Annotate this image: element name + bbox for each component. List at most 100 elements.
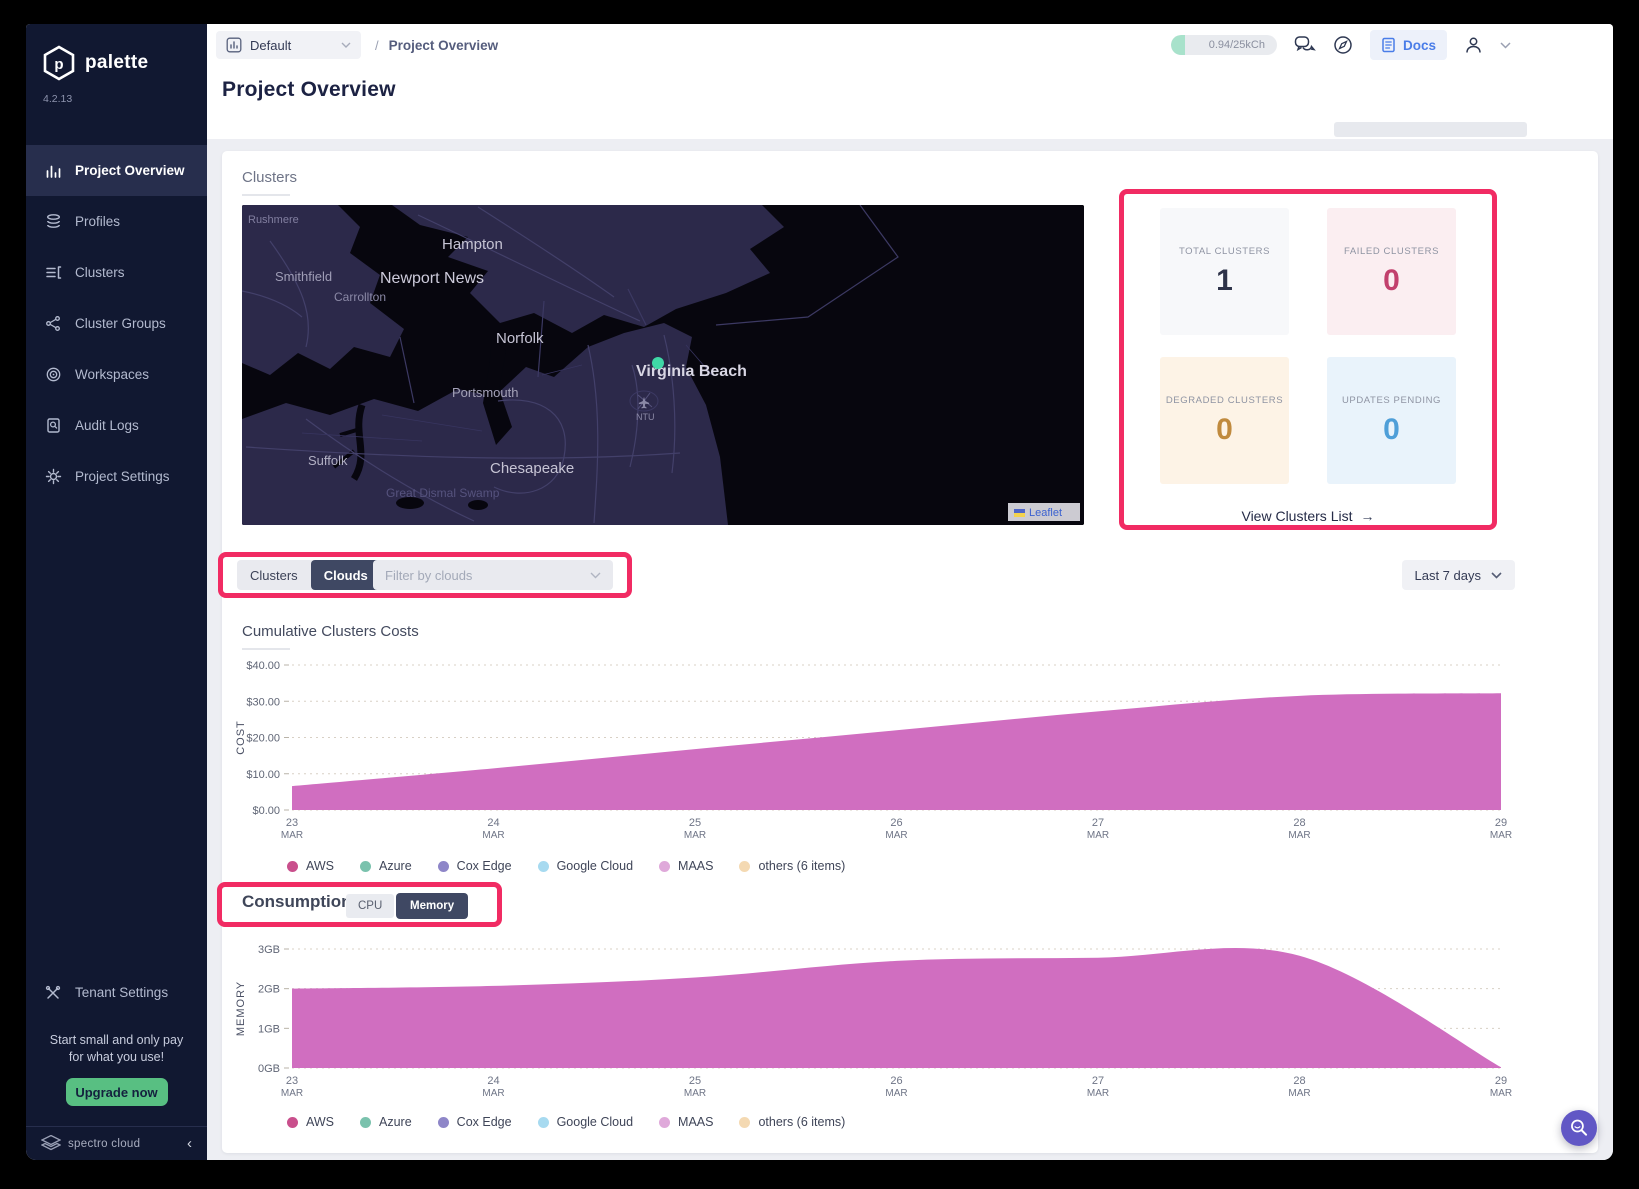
- sidebar: p palette 4.2.13 Project Overview Profil…: [26, 24, 207, 1160]
- legend-item[interactable]: Azure: [360, 859, 412, 873]
- sidebar-item-label: Profiles: [75, 214, 120, 229]
- legend-dot-icon: [739, 1117, 750, 1128]
- svg-text:Leaflet: Leaflet: [1029, 507, 1062, 519]
- svg-text:MAR: MAR: [281, 830, 303, 841]
- svg-text:MAR: MAR: [1490, 1088, 1512, 1099]
- user-icon: [1464, 36, 1483, 55]
- legend-item[interactable]: Google Cloud: [538, 859, 633, 873]
- scope-toggle: Clusters Clouds: [237, 560, 381, 590]
- tab-clusters[interactable]: Clusters: [237, 560, 311, 590]
- magnifier-smile-icon: [1568, 1117, 1590, 1139]
- legend-label: AWS: [306, 1115, 334, 1129]
- chevron-down-icon: [1491, 572, 1502, 579]
- sidebar-item-audit-logs[interactable]: Audit Logs: [26, 400, 207, 451]
- svg-text:23: 23: [286, 1075, 298, 1087]
- legend-item[interactable]: Cox Edge: [438, 859, 512, 873]
- collapse-sidebar-icon[interactable]: ‹: [187, 1135, 192, 1152]
- filter-by-clouds-select[interactable]: Filter by clouds: [373, 560, 613, 590]
- legend-dot-icon: [659, 1117, 670, 1128]
- svg-text:27: 27: [1092, 1075, 1104, 1087]
- toggle-cpu-button[interactable]: CPU: [346, 894, 394, 918]
- svg-text:Hampton: Hampton: [442, 236, 503, 253]
- upgrade-now-button[interactable]: Upgrade now: [66, 1078, 168, 1106]
- svg-text:28: 28: [1293, 817, 1305, 829]
- svg-text:Chesapeake: Chesapeake: [490, 460, 574, 477]
- main-area: Default / Project Overview 0.94/25kCh: [207, 24, 1613, 1160]
- legend-label: others (6 items): [758, 859, 845, 873]
- page-title: Project Overview: [222, 78, 1613, 102]
- svg-text:Suffolk: Suffolk: [308, 453, 348, 468]
- legend-dot-icon: [360, 861, 371, 872]
- user-menu[interactable]: [1464, 36, 1483, 55]
- legend-item[interactable]: Azure: [360, 1115, 412, 1129]
- sidebar-item-workspaces[interactable]: Workspaces: [26, 349, 207, 400]
- legend-item[interactable]: others (6 items): [739, 859, 845, 873]
- memory-chart-legend: AWS Azure Cox Edge Google Cloud MAAS others (…: [287, 1114, 1598, 1130]
- stat-value: 0: [1216, 413, 1233, 447]
- legend-dot-icon: [659, 861, 670, 872]
- svg-text:MAR: MAR: [1288, 830, 1310, 841]
- sidebar-item-label: Tenant Settings: [75, 985, 168, 1000]
- view-clusters-list-link[interactable]: View Clusters List→: [1124, 508, 1492, 524]
- legend-dot-icon: [538, 861, 549, 872]
- tab-clouds[interactable]: Clouds: [311, 560, 381, 590]
- sidebar-item-tenant-settings[interactable]: Tenant Settings: [26, 967, 207, 1018]
- svg-text:Norfolk: Norfolk: [496, 330, 544, 347]
- usage-badge: 0.94/25kCh: [1171, 35, 1277, 55]
- chevron-down-icon[interactable]: [1500, 42, 1511, 49]
- docs-icon: [1381, 37, 1396, 53]
- svg-text:Newport News: Newport News: [380, 270, 484, 287]
- legend-item[interactable]: AWS: [287, 859, 334, 873]
- stat-degraded-clusters: DEGRADED CLUSTERS 0: [1160, 357, 1289, 484]
- svg-text:2GB: 2GB: [258, 984, 280, 996]
- docs-button[interactable]: Docs: [1370, 30, 1447, 60]
- layers-icon: [45, 213, 62, 230]
- svg-text:23: 23: [286, 817, 298, 829]
- svg-text:MAR: MAR: [281, 1088, 303, 1099]
- legend-item[interactable]: Google Cloud: [538, 1115, 633, 1129]
- overview-card: Clusters: [222, 151, 1598, 1153]
- sidebar-item-profiles[interactable]: Profiles: [26, 196, 207, 247]
- search-fab[interactable]: [1561, 1110, 1597, 1146]
- list-icon: [45, 264, 62, 281]
- legend-item[interactable]: MAAS: [659, 859, 713, 873]
- svg-text:3GB: 3GB: [258, 944, 280, 956]
- breadcrumb-separator: /: [375, 38, 379, 53]
- stat-total-clusters: TOTAL CLUSTERS 1: [1160, 208, 1289, 335]
- stat-value: 1: [1216, 264, 1233, 298]
- top-bar: Default / Project Overview 0.94/25kCh: [207, 24, 1613, 66]
- sidebar-nav: Project Overview Profiles Clusters Clust…: [26, 145, 207, 502]
- svg-text:24: 24: [487, 1075, 499, 1087]
- chat-button[interactable]: [1294, 35, 1316, 55]
- toggle-memory-button[interactable]: Memory: [396, 893, 468, 919]
- svg-text:MEMORY: MEMORY: [235, 981, 247, 1036]
- palette-logo-icon: p: [42, 45, 76, 81]
- clusters-map[interactable]: RushmereHamptonSmithfieldNewport NewsCar…: [242, 205, 1084, 525]
- stat-label: UPDATES PENDING: [1342, 395, 1441, 406]
- sidebar-item-cluster-groups[interactable]: Cluster Groups: [26, 298, 207, 349]
- legend-dot-icon: [538, 1117, 549, 1128]
- svg-text:29: 29: [1495, 817, 1507, 829]
- legend-item[interactable]: AWS: [287, 1115, 334, 1129]
- svg-text:$30.00: $30.00: [246, 696, 280, 708]
- sidebar-item-project-overview[interactable]: Project Overview: [26, 145, 207, 196]
- date-range-select[interactable]: Last 7 days: [1402, 560, 1516, 590]
- sidebar-item-clusters[interactable]: Clusters: [26, 247, 207, 298]
- page-body: Clusters: [207, 139, 1613, 1160]
- legend-dot-icon: [287, 861, 298, 872]
- cost-area-chart: $0.00$10.00$20.00$30.00$40.0023MAR24MAR2…: [222, 650, 1598, 846]
- filter-bar: Clusters Clouds Filter by clouds Last 7 …: [222, 553, 1598, 597]
- legend-item[interactable]: Cox Edge: [438, 1115, 512, 1129]
- legend-item[interactable]: others (6 items): [739, 1115, 845, 1129]
- project-selector-dropdown[interactable]: Default: [216, 31, 361, 59]
- legend-item[interactable]: MAAS: [659, 1115, 713, 1129]
- svg-text:MAR: MAR: [482, 1088, 504, 1099]
- gear-icon: [45, 468, 62, 485]
- legend-label: Google Cloud: [557, 859, 633, 873]
- sidebar-spacer: [26, 502, 207, 967]
- explore-button[interactable]: [1333, 35, 1353, 55]
- stat-value: 0: [1383, 413, 1400, 447]
- svg-text:MAR: MAR: [482, 830, 504, 841]
- sidebar-item-project-settings[interactable]: Project Settings: [26, 451, 207, 502]
- legend-dot-icon: [739, 861, 750, 872]
